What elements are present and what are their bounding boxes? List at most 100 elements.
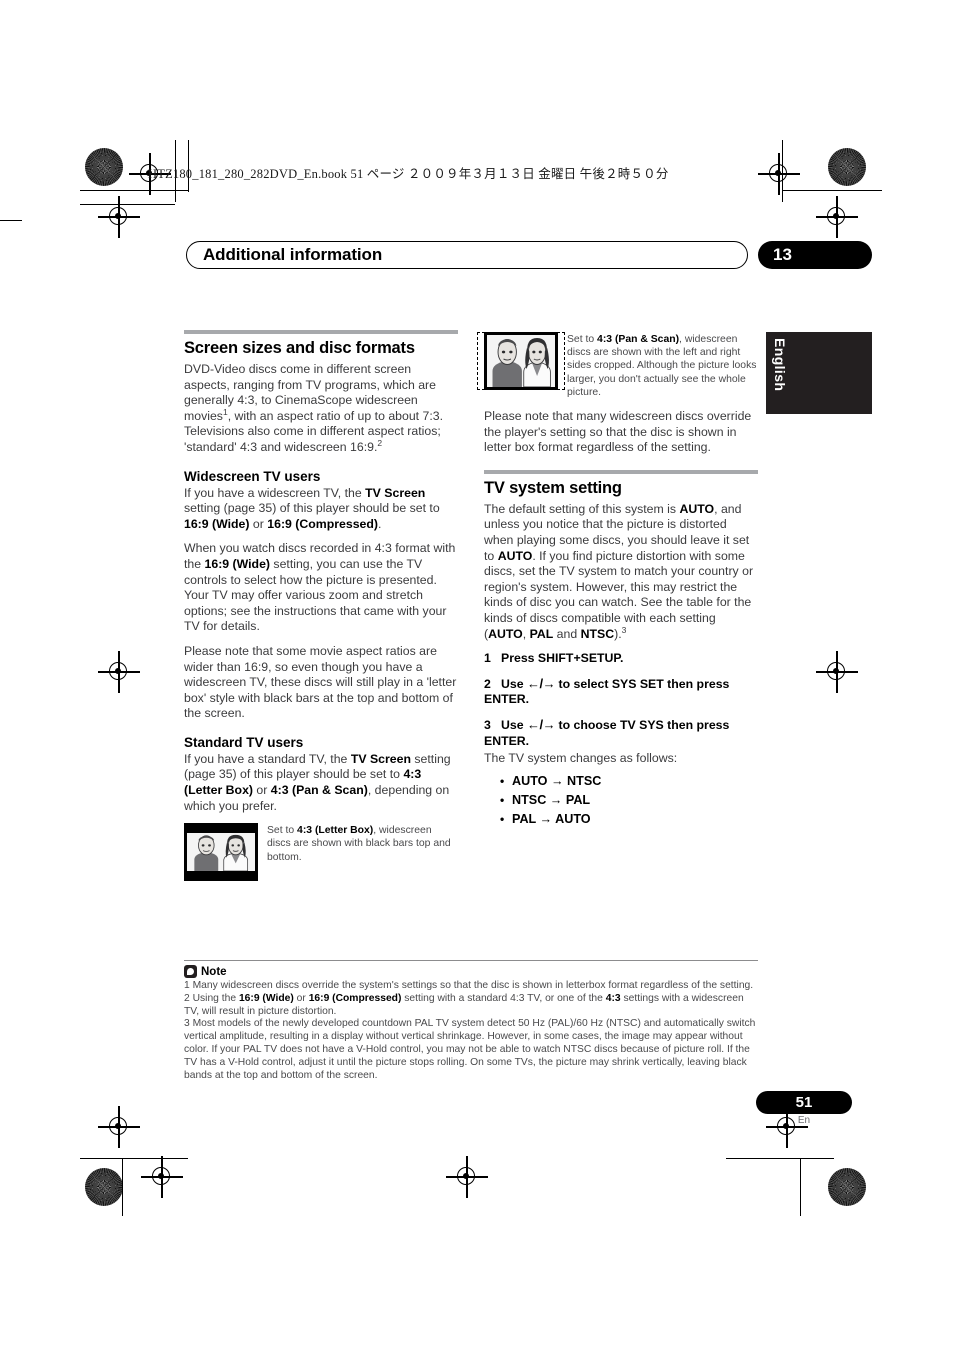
paragraph-widescreen-2: When you watch discs recorded in 4:3 for… <box>184 541 458 635</box>
step-1-number: 1 <box>484 651 491 666</box>
ws2-b1: 16:9 (Wide) <box>204 556 270 571</box>
tvs-b4: PAL <box>529 626 554 641</box>
footnote-1: 1 Many widescreen discs override the sys… <box>184 980 754 991</box>
tvs-t6: ). <box>614 626 622 641</box>
step-3: 3 Use ←/→ to choose TV SYS then press ENT… <box>484 717 758 749</box>
crosshair-mark-top-right <box>816 196 858 238</box>
tvs-t5: and <box>553 626 581 641</box>
figure-letterbox: Set to 4:3 (Letter Box), widescreen disc… <box>184 823 458 882</box>
crosshair-mark-middle-right <box>816 651 858 693</box>
crop-line-bottom-left-v <box>122 1158 124 1216</box>
note-header: Note <box>184 965 758 978</box>
crop-line-bottom-right-h <box>726 1158 834 1160</box>
crop-line-bottom-right-v <box>800 1158 802 1216</box>
tvs-b5: NTSC <box>580 626 615 641</box>
crosshair-mark-footer-center <box>446 1156 488 1198</box>
section-heading-tv-system: TV system setting <box>484 478 622 497</box>
footnote-marker-3: 3 <box>621 624 627 635</box>
halftone-registration-circle-bottom-left <box>85 1168 123 1206</box>
crop-line-bottom-left-h <box>80 1158 188 1160</box>
step-1: 1 Press SHIFT+SETUP. <box>484 651 758 667</box>
paragraph-changes-lead: The TV system changes as follows: <box>484 751 678 766</box>
footnote-marker-2: 2 <box>377 437 383 448</box>
halftone-registration-circle-bottom-right <box>828 1168 866 1206</box>
crop-line-top-left-h <box>80 190 188 192</box>
subheading-standard-tv-users: Standard TV users <box>184 734 304 750</box>
letterbox-tv-illustration <box>184 823 258 882</box>
fn2-b1: 16:9 (Wide) <box>238 992 294 1004</box>
subheading-widescreen-tv-users: Widescreen TV users <box>184 468 321 484</box>
crop-line-top-left-h2 <box>80 204 175 206</box>
note-label: Note <box>201 965 227 978</box>
crop-line-top-right-h <box>782 190 882 192</box>
tvs-b2: AUTO <box>497 548 533 563</box>
ws1-t2: setting (page 35) of this player should … <box>184 501 440 516</box>
st1-t1: If you have a standard TV, the <box>184 751 351 766</box>
tvs-t4: , <box>522 626 530 641</box>
crop-line-left-edge <box>0 220 22 222</box>
list-item: NTSC → PAL <box>500 791 758 810</box>
ws1-t1: If you have a widescreen TV, the <box>184 485 366 500</box>
note-icon <box>184 965 197 978</box>
st1-t3: or <box>253 783 271 798</box>
step-1-text: Press SHIFT+SETUP. <box>501 651 624 666</box>
letterbox-figure-caption: Set to 4:3 (Letter Box), widescreen disc… <box>267 823 458 881</box>
section-rule-tv-system <box>484 469 758 474</box>
st1-b1: TV Screen <box>350 751 411 766</box>
lb-cap-t1: Set to <box>267 825 298 837</box>
crosshair-mark-footer-left <box>141 1156 183 1198</box>
tvs-t1: The default setting of this system is <box>484 501 680 516</box>
list-item: AUTO → NTSC <box>500 772 758 791</box>
fn2-t1: 2 Using the <box>184 992 239 1004</box>
footnote-2: 2 Using the 16:9 (Wide) or 16:9 (Compres… <box>184 993 758 1019</box>
ws1-b3: 16:9 (Compressed) <box>267 516 378 531</box>
tv-system-cycle-list: AUTO → NTSC NTSC → PAL PAL → AUTO <box>484 772 758 829</box>
panscan-tv-illustration <box>477 332 565 390</box>
fn2-b2: 16:9 (Compressed) <box>308 992 402 1004</box>
paragraph-screen-sizes-intro: DVD-Video discs come in different screen… <box>184 362 458 456</box>
ws1-b1: TV Screen <box>365 485 426 500</box>
halftone-registration-circle-top-right <box>828 148 866 186</box>
paragraph-tv-system: The default setting of this system is AU… <box>484 502 758 642</box>
fn2-b3: 4:3 <box>605 992 621 1004</box>
page-title: Additional information <box>203 245 383 264</box>
ws1-t3: or <box>249 516 268 531</box>
tvs-b1: AUTO <box>679 501 715 516</box>
paragraph-widescreen-3: Please note that some movie aspect ratio… <box>184 643 457 721</box>
right-column: Set to 4:3 (Pan & Scan), widescreen disc… <box>477 330 758 829</box>
crosshair-mark-bottom-left <box>98 1106 140 1148</box>
section-rule <box>184 330 458 334</box>
notes-section: Note 1 Many widescreen discs override th… <box>184 960 758 1082</box>
notes-divider <box>184 960 758 961</box>
chapter-title-bar: Additional information <box>186 241 748 269</box>
language-tab-label: English <box>772 338 788 392</box>
step-2-pre: Use <box>501 676 527 691</box>
step-2: 2 Use ←/→ to select SYS SET then press EN… <box>484 676 758 708</box>
halftone-registration-circle-top-left <box>85 148 123 186</box>
paragraph-override-note: Please note that many widescreen discs o… <box>484 409 752 455</box>
ps-cap-t1: Set to <box>567 334 598 345</box>
step-3-number: 3 <box>484 717 491 732</box>
book-file-header: HTZ180_181_280_282DVD_En.book 51 ページ ２００… <box>148 167 669 181</box>
page-number-badge: 51 <box>756 1091 852 1114</box>
footnote-3: 3 Most models of the newly developed cou… <box>184 1018 756 1081</box>
ps-cap-b1: 4:3 (Pan & Scan) <box>597 334 680 345</box>
step-3-pre: Use <box>501 717 527 732</box>
figure-panscan: Set to 4:3 (Pan & Scan), widescreen disc… <box>477 332 758 399</box>
two-people-illustration-icon <box>487 335 555 387</box>
lb-cap-b1: 4:3 (Letter Box) <box>297 825 374 837</box>
chapter-number-badge: 13 <box>758 241 872 269</box>
ws1-t4: . <box>377 516 382 531</box>
fn2-t3: setting with a standard 4:3 TV, or one o… <box>401 992 606 1004</box>
crosshair-mark-middle-left <box>98 651 140 693</box>
list-item: PAL → AUTO <box>500 810 758 829</box>
left-right-arrow-icon: ←/→ <box>526 675 556 691</box>
left-right-arrow-icon: ←/→ <box>526 716 556 732</box>
step-2-number: 2 <box>484 676 491 691</box>
tvs-b3: AUTO <box>488 626 523 641</box>
section-heading-screen-sizes: Screen sizes and disc formats <box>184 339 415 357</box>
panscan-figure-caption: Set to 4:3 (Pan & Scan), widescreen disc… <box>567 332 758 399</box>
crosshair-mark-header-right <box>758 153 800 195</box>
crop-line-top-right-v <box>782 140 784 202</box>
st1-b3: 4:3 (Pan & Scan) <box>270 783 368 798</box>
